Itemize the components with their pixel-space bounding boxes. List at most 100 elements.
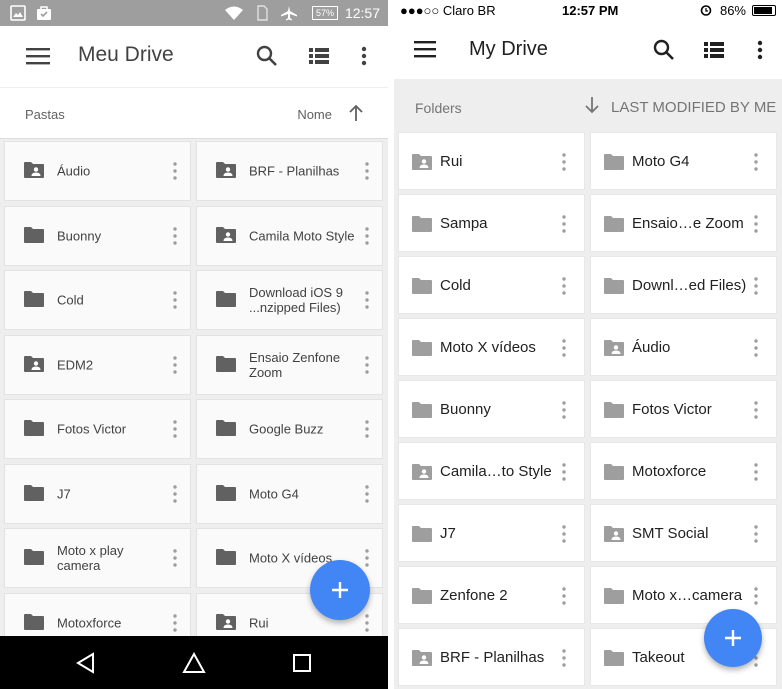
folder-card[interactable]: BRF - Planilhas [196, 141, 383, 201]
bag-notification-icon [36, 5, 52, 26]
more-vert-icon[interactable] [173, 355, 177, 374]
more-vert-icon[interactable] [754, 525, 758, 543]
folder-name: Moto x play camera [57, 543, 124, 573]
new-item-fab[interactable] [310, 560, 370, 620]
more-vert-icon[interactable] [173, 613, 177, 632]
folder-icon [23, 419, 45, 442]
more-vert-icon[interactable] [365, 162, 369, 180]
folder-card[interactable]: Moto X vídeos [398, 318, 585, 376]
more-vert-icon[interactable] [562, 401, 566, 419]
folder-card[interactable]: Ensaio…e Zoom [590, 194, 777, 252]
folder-icon [23, 290, 45, 313]
shared-folder-icon [215, 613, 237, 636]
folder-name: Moto G4 [632, 153, 690, 170]
more-vert-icon[interactable] [754, 153, 758, 171]
folder-card[interactable]: Ensaio Zenfone Zoom [196, 334, 383, 395]
more-vert-icon[interactable] [365, 355, 369, 374]
more-vert-icon[interactable] [365, 484, 369, 503]
list-view-icon[interactable] [307, 44, 331, 68]
folder-card[interactable]: Cold [398, 256, 585, 314]
folder-icon [603, 215, 625, 238]
arrow-up-icon[interactable] [348, 104, 364, 122]
folder-card[interactable]: Camila…to Style [398, 442, 585, 500]
more-vert-icon[interactable] [173, 484, 177, 503]
more-vert-icon[interactable] [562, 649, 566, 667]
more-vert-icon[interactable] [754, 339, 758, 357]
more-vert-icon[interactable] [754, 215, 758, 233]
carrier-label: ●●●○○ Claro BR [400, 3, 496, 18]
more-vert-icon[interactable] [562, 339, 566, 357]
folder-name: Motoxforce [57, 615, 122, 630]
folder-card[interactable]: J7 [398, 504, 585, 562]
more-vert-icon[interactable] [562, 153, 566, 171]
folder-card[interactable]: Moto x play camera [4, 528, 191, 588]
more-vert-icon[interactable] [562, 463, 566, 481]
search-icon[interactable] [652, 38, 676, 62]
back-triangle-icon[interactable] [75, 652, 97, 674]
sort-by-button[interactable]: LAST MODIFIED BY ME [611, 99, 776, 116]
folder-card[interactable]: BRF - Planilhas [398, 628, 585, 686]
folder-card[interactable]: Cold [4, 270, 191, 330]
more-vert-icon[interactable] [173, 549, 177, 567]
more-vert-icon[interactable] [754, 401, 758, 419]
folder-card[interactable]: EDM2 [4, 334, 191, 395]
hamburger-menu-icon[interactable] [414, 39, 436, 59]
more-vert-icon[interactable] [754, 277, 758, 295]
more-vert-icon[interactable] [562, 525, 566, 543]
more-vert-icon[interactable] [754, 463, 758, 481]
list-view-icon[interactable] [702, 38, 726, 62]
folder-card[interactable]: SMT Social [590, 504, 777, 562]
more-vert-icon[interactable] [365, 291, 369, 309]
shared-folder-icon [603, 339, 625, 362]
folder-card[interactable]: J7 [4, 463, 191, 524]
folder-name: Cold [57, 292, 84, 308]
more-vert-icon[interactable] [365, 420, 369, 438]
more-vert-icon[interactable] [748, 38, 772, 62]
folder-card[interactable]: Áudio [590, 318, 777, 376]
folder-card[interactable]: Moto G4 [590, 132, 777, 190]
home-circle-icon[interactable] [182, 651, 206, 674]
arrow-down-icon[interactable] [584, 96, 600, 114]
folder-card[interactable]: Fotos Victor [590, 380, 777, 438]
folder-name: Google Buzz [249, 421, 324, 437]
folder-card[interactable]: Google Buzz [196, 399, 383, 459]
more-vert-icon[interactable] [173, 420, 177, 438]
folder-card[interactable]: Downl…ed Files) [590, 256, 777, 314]
sim-icon [256, 5, 268, 26]
folder-icon [603, 649, 625, 672]
folder-card[interactable]: Moto G4 [196, 463, 383, 524]
more-vert-icon[interactable] [173, 226, 177, 245]
folder-icon [603, 153, 625, 176]
more-vert-icon[interactable] [352, 44, 376, 68]
folder-card[interactable]: Zenfone 2 [398, 566, 585, 624]
folder-card[interactable]: Fotos Victor [4, 399, 191, 459]
battery-percent: 86% [719, 3, 746, 18]
image-notification-icon [10, 5, 26, 26]
folder-name: Takeout [632, 649, 685, 666]
shared-folder-icon [215, 161, 237, 184]
search-icon[interactable] [255, 44, 279, 68]
more-vert-icon[interactable] [562, 277, 566, 295]
folder-card[interactable]: Buonny [398, 380, 585, 438]
more-vert-icon[interactable] [173, 162, 177, 180]
hamburger-menu-icon[interactable] [26, 45, 50, 67]
folder-card[interactable]: Sampa [398, 194, 585, 252]
folder-card[interactable]: Camila Moto Style [196, 205, 383, 266]
folder-icon [23, 484, 45, 507]
folder-card[interactable]: Áudio [4, 141, 191, 201]
more-vert-icon[interactable] [562, 215, 566, 233]
folder-card[interactable]: Motoxforce [590, 442, 777, 500]
more-vert-icon[interactable] [754, 587, 758, 605]
more-vert-icon[interactable] [562, 587, 566, 605]
more-vert-icon[interactable] [173, 291, 177, 309]
more-vert-icon[interactable] [365, 226, 369, 245]
folder-name: Sampa [440, 215, 488, 232]
folder-card[interactable]: Rui [398, 132, 585, 190]
folder-card[interactable]: Download iOS 9 ...nzipped Files) [196, 270, 383, 330]
battery-indicator: 57% [312, 6, 338, 20]
plus-icon [332, 582, 348, 598]
folder-card[interactable]: Buonny [4, 205, 191, 266]
recents-square-icon[interactable] [291, 652, 313, 674]
sort-by-button[interactable]: Nome [297, 107, 332, 122]
new-item-fab[interactable] [704, 609, 762, 667]
